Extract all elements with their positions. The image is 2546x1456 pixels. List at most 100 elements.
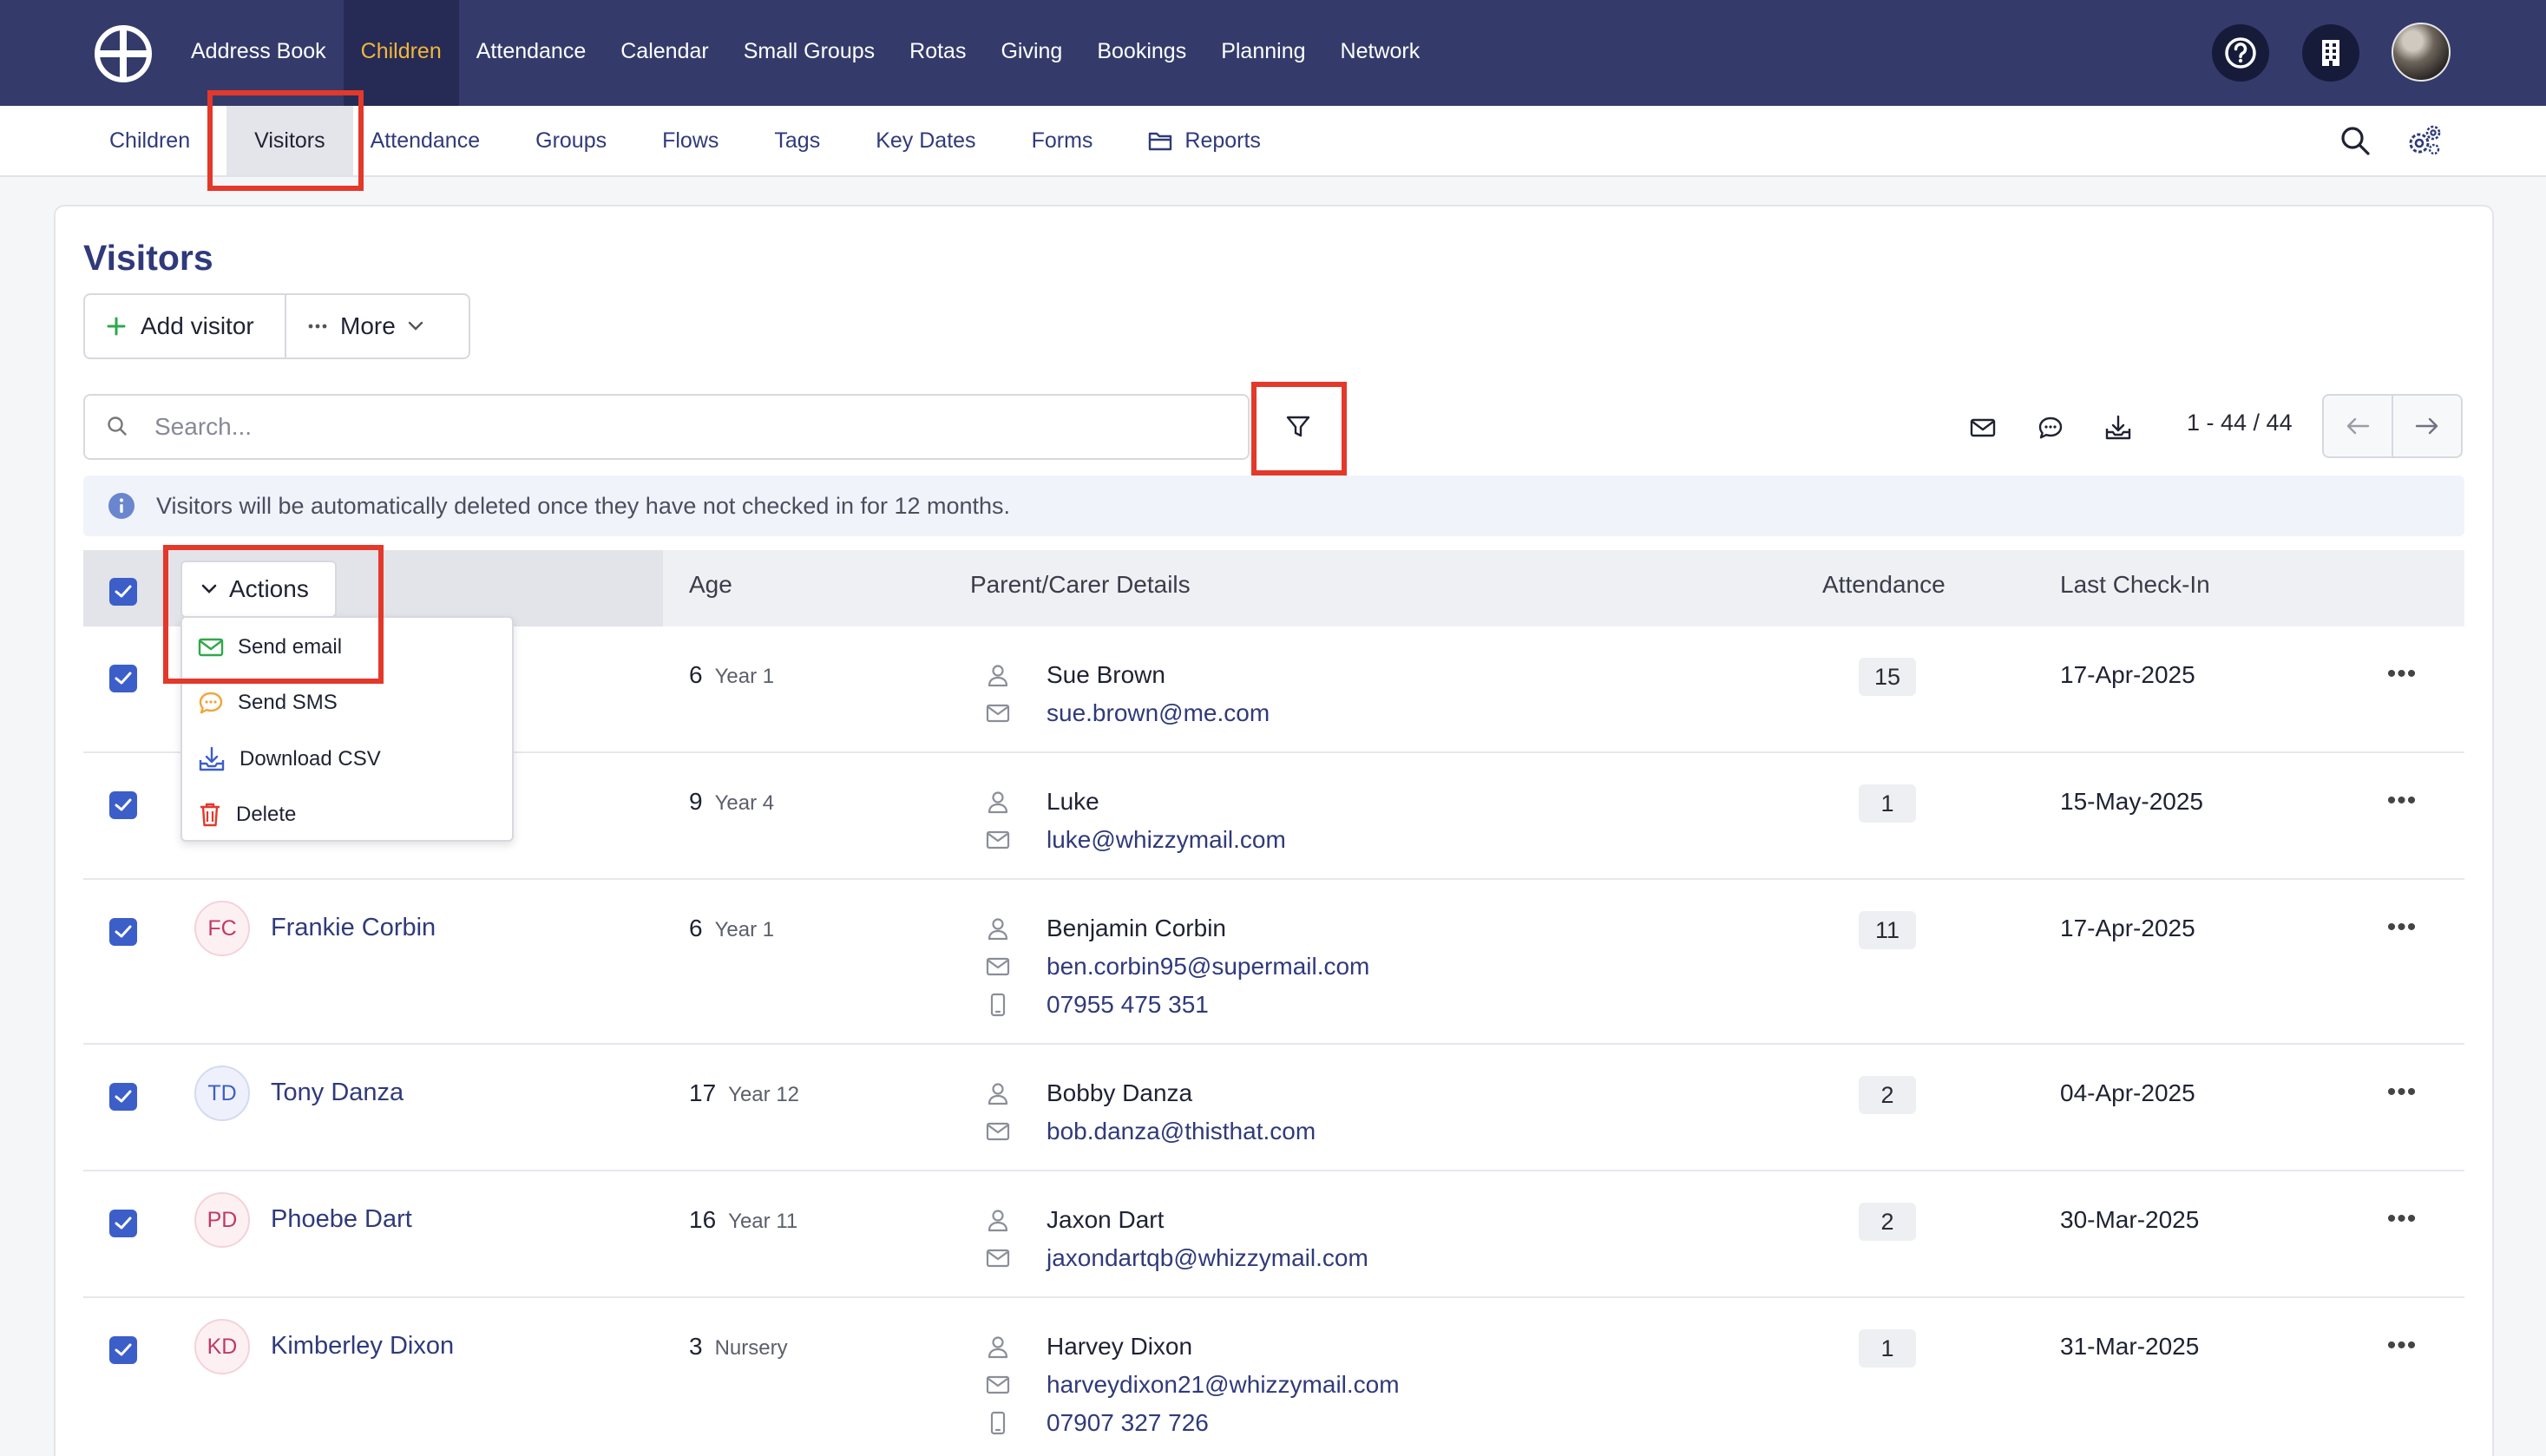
- column-header-parent[interactable]: Parent/Carer Details: [970, 571, 1191, 599]
- topnav-bookings[interactable]: Bookings: [1079, 0, 1204, 106]
- topnav-giving[interactable]: Giving: [983, 0, 1079, 106]
- menu-item-send-sms[interactable]: Send SMS: [198, 691, 338, 715]
- sms-button[interactable]: [2031, 408, 2070, 448]
- envelope-icon: [1970, 418, 1996, 437]
- menu-item-download-csv[interactable]: Download CSV: [198, 746, 381, 772]
- subnav-tags[interactable]: Tags: [746, 106, 848, 175]
- visitor-name-link[interactable]: Phoebe Dart: [271, 1205, 412, 1234]
- row-divider: [83, 1296, 2464, 1298]
- more-button[interactable]: More: [286, 295, 469, 357]
- subnav-forms[interactable]: Forms: [1004, 106, 1121, 175]
- column-header-attendance[interactable]: Attendance: [1822, 571, 1946, 599]
- user-avatar[interactable]: [2392, 23, 2451, 82]
- attendance-badge: 15: [1859, 658, 1916, 696]
- parent-email-link[interactable]: ben.corbin95@supermail.com: [1047, 953, 1369, 981]
- age-cell: 3 Nursery: [689, 1333, 788, 1361]
- parent-email-link[interactable]: harveydixon21@whizzymail.com: [1047, 1371, 1400, 1399]
- attendance-badge: 2: [1859, 1203, 1916, 1241]
- envelope-icon: [984, 826, 1012, 854]
- plus-icon: [107, 317, 126, 336]
- row-checkbox[interactable]: [109, 918, 137, 946]
- subnav-reports[interactable]: Reports: [1120, 106, 1289, 175]
- parent-name: Jaxon Dart: [1047, 1206, 1165, 1233]
- checkmark-icon: [115, 798, 132, 811]
- subnav-children[interactable]: Children: [92, 106, 218, 175]
- row-checkbox[interactable]: [109, 791, 137, 819]
- menu-item-delete[interactable]: Delete: [198, 802, 296, 828]
- subnav-visitors[interactable]: Visitors: [226, 106, 353, 175]
- attendance-badge: 11: [1859, 911, 1916, 949]
- prev-page-button[interactable]: [2324, 396, 2393, 456]
- topnav-calendar[interactable]: Calendar: [603, 0, 725, 106]
- school-year: Year 4: [714, 791, 775, 815]
- person-icon: [984, 1079, 1012, 1107]
- building-icon: [2322, 40, 2339, 66]
- row-menu-button[interactable]: •••: [2385, 1204, 2419, 1233]
- column-header-last-checkin[interactable]: Last Check-In: [2060, 571, 2210, 599]
- ellipsis-icon: [308, 324, 327, 329]
- next-page-button[interactable]: [2393, 396, 2461, 456]
- topnav-address-book[interactable]: Address Book: [174, 0, 344, 106]
- subnav-key-dates[interactable]: Key Dates: [848, 106, 1003, 175]
- row-menu-button[interactable]: •••: [2385, 913, 2419, 941]
- age-cell: 16 Year 11: [689, 1206, 797, 1234]
- school-year: Year 1: [714, 918, 775, 941]
- info-text: Visitors will be automatically deleted o…: [156, 492, 1011, 519]
- chat-bubble-icon: [199, 692, 223, 714]
- help-button[interactable]: [2212, 24, 2269, 82]
- mobile-phone-icon: [984, 1409, 1012, 1437]
- subnav-attendance[interactable]: Attendance: [353, 106, 509, 175]
- age-value: 16: [689, 1206, 717, 1233]
- chevron-down-icon: [201, 584, 217, 594]
- column-header-age[interactable]: Age: [689, 571, 732, 599]
- row-checkbox[interactable]: [109, 665, 137, 692]
- folder-icon: [1149, 132, 1172, 151]
- row-checkbox[interactable]: [109, 1083, 137, 1111]
- actions-dropdown-button[interactable]: Actions: [180, 561, 337, 618]
- organisation-button[interactable]: [2302, 24, 2359, 82]
- topnav-small-groups[interactable]: Small Groups: [726, 0, 892, 106]
- search-button[interactable]: [2336, 121, 2374, 160]
- visitor-name-link[interactable]: Frankie Corbin: [271, 914, 436, 942]
- subnav-flows[interactable]: Flows: [634, 106, 746, 175]
- parent-phone-link[interactable]: 07907 327 726: [1047, 1409, 1209, 1437]
- parent-email-link[interactable]: luke@whizzymail.com: [1047, 826, 1286, 854]
- settings-button[interactable]: [2405, 121, 2444, 160]
- download-button[interactable]: [2098, 408, 2138, 448]
- add-visitor-button[interactable]: Add visitor: [85, 295, 286, 357]
- arrow-left-icon: [2346, 417, 2370, 435]
- subnav-groups[interactable]: Groups: [508, 106, 634, 175]
- visitor-name-link[interactable]: Kimberley Dixon: [271, 1332, 454, 1361]
- row-menu-button[interactable]: •••: [2385, 786, 2419, 815]
- parent-name: Sue Brown: [1047, 661, 1165, 688]
- more-label: More: [340, 312, 396, 339]
- row-menu-button[interactable]: •••: [2385, 1078, 2419, 1106]
- row-checkbox[interactable]: [109, 1336, 137, 1364]
- parent-email-link[interactable]: sue.brown@me.com: [1047, 699, 1270, 727]
- topnav-attendance[interactable]: Attendance: [459, 0, 604, 106]
- topnav-planning[interactable]: Planning: [1204, 0, 1322, 106]
- app-logo-icon[interactable]: [94, 24, 153, 83]
- parent-email-link[interactable]: bob.danza@thisthat.com: [1047, 1118, 1316, 1145]
- email-button[interactable]: [1963, 408, 2003, 448]
- topnav-children[interactable]: Children: [343, 0, 459, 106]
- visitor-initials-avatar: KD: [194, 1319, 250, 1374]
- search-input[interactable]: [154, 403, 1230, 451]
- topnav-network[interactable]: Network: [1323, 0, 1438, 106]
- row-menu-button[interactable]: •••: [2385, 1331, 2419, 1360]
- filter-button[interactable]: [1276, 401, 1321, 453]
- visitor-name-link[interactable]: Tony Danza: [271, 1079, 404, 1107]
- visitor-initials-avatar: PD: [194, 1192, 250, 1248]
- actions-label: Actions: [229, 575, 309, 602]
- select-all-checkbox[interactable]: [109, 578, 137, 606]
- envelope-icon: [198, 638, 224, 657]
- topnav-rotas[interactable]: Rotas: [892, 0, 983, 106]
- parent-email-link[interactable]: jaxondartqb@whizzymail.com: [1047, 1244, 1368, 1272]
- parent-phone-link[interactable]: 07955 475 351: [1047, 991, 1209, 1019]
- menu-item-send-email[interactable]: Send email: [198, 635, 342, 659]
- age-cell: 17 Year 12: [689, 1079, 799, 1107]
- row-menu-button[interactable]: •••: [2385, 659, 2419, 688]
- chat-bubble-icon: [2038, 416, 2063, 439]
- attendance-badge: 1: [1859, 784, 1916, 823]
- row-checkbox[interactable]: [109, 1210, 137, 1237]
